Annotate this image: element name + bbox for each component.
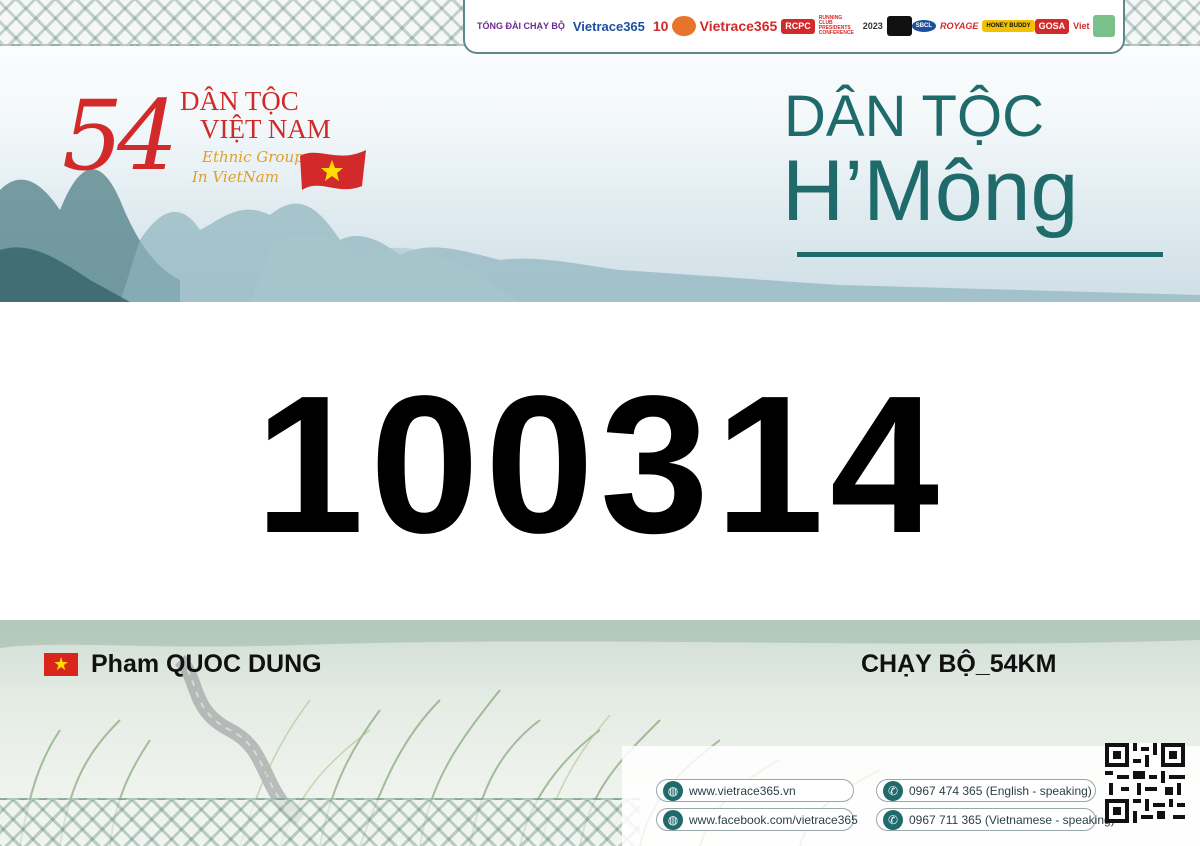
race-category: CHẠY BỘ_54KM bbox=[861, 650, 1057, 678]
ethnic-title-line1: DÂN TỘC bbox=[784, 84, 1044, 149]
phone-english-pill[interactable]: ✆ 0967 474 365 (English - speaking) bbox=[876, 779, 1096, 802]
sponsor-logo: RUNNING CLUB PRESIDENTS CONFERENCE bbox=[818, 15, 854, 36]
bib-number: 100314 bbox=[254, 355, 946, 574]
logo-line2: VIỆT NAM bbox=[200, 114, 331, 144]
qr-code-icon[interactable] bbox=[1105, 743, 1185, 823]
event-logo-54-ethnic-groups: 54 DÂN TỘC VIỆT NAM Ethnic Group In Viet… bbox=[62, 86, 372, 206]
logo-sub1: Ethnic Group bbox=[202, 148, 304, 166]
logo-line1: DÂN TỘC bbox=[180, 86, 299, 116]
sponsor-logo: Vietrace365 bbox=[572, 18, 645, 34]
phone-vietnamese-pill[interactable]: ✆ 0967 711 365 (Vietnamese - speaking) bbox=[876, 808, 1115, 831]
sponsor-logo: Vietrace365 bbox=[699, 18, 778, 34]
bib-number-area: 100314 bbox=[0, 302, 1200, 620]
ethnic-title-line2: H’Mông bbox=[782, 143, 1079, 239]
sponsor-bar: TỔNG ĐÀI CHẠY BỘ Vietrace365 10 Vietrace… bbox=[463, 0, 1125, 54]
ethnic-pattern-bottom bbox=[0, 798, 640, 846]
title-underline bbox=[797, 252, 1163, 257]
globe-icon: ◍ bbox=[663, 780, 683, 801]
phone-english-text: 0967 474 365 (English - speaking) bbox=[909, 783, 1092, 798]
sponsor-logo: SBCL bbox=[911, 20, 937, 32]
sponsor-logo: 2023 bbox=[862, 20, 883, 31]
sponsor-logo: GOSA bbox=[1034, 18, 1070, 34]
globe-icon: ◍ bbox=[663, 809, 683, 830]
facebook-text: www.facebook.com/vietrace365 bbox=[689, 812, 858, 827]
top-banner: TỔNG ĐÀI CHẠY BỘ Vietrace365 10 Vietrace… bbox=[0, 0, 1200, 302]
logo-sub2: In VietNam bbox=[192, 168, 279, 186]
phone-icon: ✆ bbox=[883, 809, 903, 830]
website-text: www.vietrace365.vn bbox=[689, 783, 796, 798]
website-pill[interactable]: ◍ www.vietrace365.vn bbox=[656, 779, 854, 802]
vietnam-flag-icon bbox=[300, 150, 366, 190]
sponsor-logo: 10 bbox=[652, 18, 669, 34]
sponsor-logo bbox=[886, 16, 912, 36]
sponsor-logo: Viet bbox=[1073, 20, 1090, 31]
sponsor-logo: HONEY BUDDY bbox=[982, 20, 1035, 32]
phone-icon: ✆ bbox=[883, 780, 903, 801]
sponsor-logo: ROYAGE bbox=[940, 20, 979, 31]
sponsor-logo: RCPC bbox=[781, 18, 815, 34]
sponsor-logo bbox=[672, 16, 696, 36]
runner-name: Pham QUOC DUNG bbox=[91, 650, 322, 678]
sponsor-logo: TỔNG ĐÀI CHẠY BỘ bbox=[477, 20, 565, 31]
facebook-pill[interactable]: ◍ www.facebook.com/vietrace365 bbox=[656, 808, 858, 831]
sponsor-logo bbox=[1093, 15, 1115, 37]
bottom-banner: ★ Pham QUOC DUNG CHẠY BỘ_54KM ◍ www.viet… bbox=[0, 620, 1200, 846]
phone-vietnamese-text: 0967 711 365 (Vietnamese - speaking) bbox=[909, 812, 1115, 827]
logo-number: 54 bbox=[62, 80, 178, 192]
vietnam-flag-icon: ★ bbox=[44, 653, 78, 676]
runner-info: ★ Pham QUOC DUNG bbox=[44, 650, 322, 679]
ethnic-group-title: DÂN TỘC H’Mông bbox=[782, 84, 1079, 239]
